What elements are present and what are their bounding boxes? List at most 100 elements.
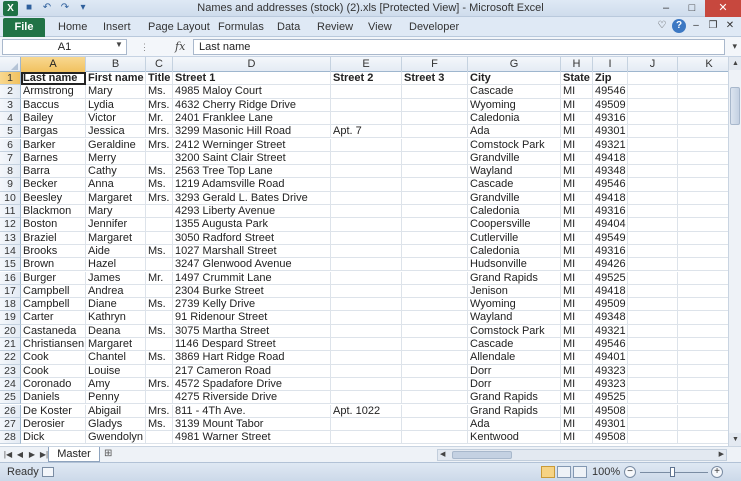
cell[interactable]: Cook <box>21 351 86 365</box>
cell[interactable]: 49323 <box>593 364 628 378</box>
cell[interactable]: Mrs. <box>146 377 173 392</box>
cell[interactable]: 4985 Maloy Court <box>173 85 331 99</box>
cell[interactable]: Penny <box>86 391 146 405</box>
cell[interactable]: Cathy <box>86 165 146 179</box>
cell[interactable]: 49321 <box>593 324 628 338</box>
cell[interactable]: Chantel <box>86 351 146 365</box>
cell[interactable] <box>331 205 402 219</box>
cell[interactable] <box>402 125 468 139</box>
cell[interactable]: MI <box>561 85 593 99</box>
column-header-a[interactable]: A <box>21 57 86 72</box>
cell[interactable]: MI <box>561 284 593 299</box>
cell[interactable] <box>628 271 678 285</box>
row-header[interactable]: 5 <box>0 125 21 139</box>
cell[interactable]: 811 - 4Th Ave. <box>173 404 331 418</box>
scroll-up-icon[interactable]: ▲ <box>729 57 741 70</box>
row-header[interactable]: 23 <box>0 364 21 378</box>
cell[interactable]: Abigail <box>86 404 146 418</box>
cell[interactable] <box>402 258 468 272</box>
cell[interactable] <box>402 271 468 285</box>
cell[interactable]: MI <box>561 377 593 392</box>
cell[interactable] <box>628 364 678 378</box>
cell[interactable] <box>331 191 402 205</box>
cell[interactable]: 3200 Saint Clair Street <box>173 151 331 166</box>
cell[interactable]: MI <box>561 351 593 365</box>
cell[interactable]: Anna <box>86 178 146 192</box>
cell[interactable]: Comstock Park <box>468 324 561 338</box>
row-header[interactable]: 22 <box>0 351 21 365</box>
cell[interactable]: 49404 <box>593 218 628 232</box>
cell[interactable] <box>331 351 402 365</box>
cell[interactable] <box>402 244 468 259</box>
cell[interactable]: 49316 <box>593 244 628 259</box>
cell[interactable] <box>331 417 402 432</box>
cell[interactable]: 4293 Liberty Avenue <box>173 205 331 219</box>
cell[interactable]: Becker <box>21 178 86 192</box>
cell[interactable] <box>331 271 402 285</box>
cell[interactable]: Beesley <box>21 191 86 205</box>
cell[interactable]: Dick <box>21 431 86 445</box>
cell[interactable] <box>628 125 678 139</box>
cell[interactable]: 49508 <box>593 404 628 418</box>
cell[interactable]: Bailey <box>21 111 86 126</box>
normal-view-icon[interactable] <box>541 466 555 478</box>
cell[interactable]: MI <box>561 311 593 325</box>
row-header[interactable]: 19 <box>0 311 21 325</box>
horizontal-scrollbar[interactable]: ◀ ▶ <box>437 449 727 461</box>
cell[interactable] <box>331 244 402 259</box>
cell[interactable]: Apt. 7 <box>331 125 402 139</box>
cell[interactable]: MI <box>561 98 593 112</box>
cell[interactable]: 4632 Cherry Ridge Drive <box>173 98 331 112</box>
row-header[interactable]: 13 <box>0 231 21 245</box>
row-header[interactable]: 2 <box>0 85 21 99</box>
tab-data[interactable]: Data <box>277 21 300 33</box>
cell[interactable]: Wayland <box>468 165 561 179</box>
cell[interactable]: 1219 Adamsville Road <box>173 178 331 192</box>
cell[interactable] <box>331 98 402 112</box>
cell[interactable]: Louise <box>86 364 146 378</box>
cell[interactable]: Lydia <box>86 98 146 112</box>
cell[interactable]: Zip <box>593 72 628 86</box>
cell[interactable] <box>402 404 468 418</box>
cell[interactable]: Grand Rapids <box>468 404 561 418</box>
cell[interactable]: 2563 Tree Top Lane <box>173 165 331 179</box>
row-header[interactable]: 17 <box>0 284 21 299</box>
cell[interactable] <box>628 165 678 179</box>
cell[interactable]: 49525 <box>593 391 628 405</box>
cell[interactable] <box>146 338 173 352</box>
cell[interactable] <box>628 351 678 365</box>
cell[interactable]: MI <box>561 125 593 139</box>
cell[interactable]: Cascade <box>468 178 561 192</box>
cell[interactable]: Diane <box>86 298 146 312</box>
cell[interactable] <box>628 111 678 126</box>
zoom-level[interactable]: 100% <box>592 466 620 478</box>
cell[interactable] <box>402 391 468 405</box>
cell[interactable]: Ms. <box>146 351 173 365</box>
minimize-ribbon-icon[interactable]: ♡ <box>655 19 669 33</box>
cell[interactable]: Kentwood <box>468 431 561 445</box>
cell[interactable]: Carter <box>21 311 86 325</box>
cell[interactable] <box>331 138 402 152</box>
cell[interactable]: MI <box>561 417 593 432</box>
cell[interactable]: Cutlerville <box>468 231 561 245</box>
cell[interactable] <box>402 85 468 99</box>
zoom-out-icon[interactable]: − <box>624 466 636 478</box>
cell[interactable]: Coopersville <box>468 218 561 232</box>
cell[interactable]: Margaret <box>86 231 146 245</box>
restore-window-icon[interactable]: ❐ <box>706 19 720 33</box>
cell[interactable]: 49546 <box>593 85 628 99</box>
cell[interactable] <box>628 417 678 432</box>
horizontal-scroll-thumb[interactable] <box>452 451 512 459</box>
cell[interactable]: 2739 Kelly Drive <box>173 298 331 312</box>
tab-formulas[interactable]: Formulas <box>218 21 264 33</box>
insert-sheet-icon[interactable]: ⊞ <box>104 448 112 459</box>
cell[interactable]: MI <box>561 338 593 352</box>
cell[interactable]: 49348 <box>593 311 628 325</box>
cell[interactable] <box>146 431 173 445</box>
cell[interactable]: Aide <box>86 244 146 259</box>
cell[interactable] <box>146 151 173 166</box>
cell[interactable]: Dorr <box>468 364 561 378</box>
cell[interactable]: 49549 <box>593 231 628 245</box>
cell[interactable] <box>628 391 678 405</box>
cell[interactable]: Title <box>146 72 173 86</box>
